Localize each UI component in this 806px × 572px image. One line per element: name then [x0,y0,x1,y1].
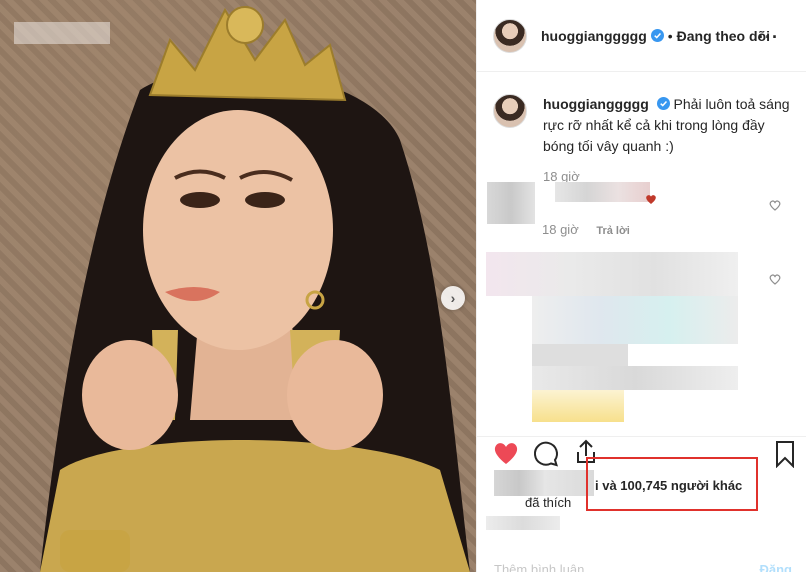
comment-meta: 18 giờ Trả lời [542,222,630,237]
reply-button[interactable]: Trả lời [596,225,630,237]
post-photo: › [0,0,476,572]
bookmark-icon[interactable] [774,440,796,468]
blurred-comment-block [532,344,628,366]
avatar[interactable] [493,18,527,53]
heart-filled-icon[interactable] [492,440,520,466]
caption-username[interactable]: huoggianggggg [543,96,649,112]
blurred-comment-block [486,252,738,296]
blurred-comment-block [532,366,738,390]
chevron-right-icon: › [450,290,456,306]
following-button[interactable]: Đang theo dõi [677,28,770,44]
blurred-comment-block [532,390,624,422]
post-comment-button[interactable]: Đăng [760,562,793,572]
blurred-comment-text [555,182,650,202]
verified-badge-icon [650,29,664,42]
likes-count[interactable]: i và 100,745 người khác [595,478,742,493]
caption-text: huoggianggggg Phải luôn toả sáng rực rỡ … [543,94,793,157]
blurred-liker-avatar [494,470,544,496]
photo-illustration [40,6,470,572]
post-header: huoggianggggg • Đang theo dõi ··· [477,0,806,72]
header-username[interactable]: huoggianggggg [541,28,647,44]
blurred-timestamp [486,516,560,530]
caption-avatar[interactable] [493,94,527,128]
heart-emoji-icon [646,195,656,204]
verified-badge-icon [656,97,670,110]
comment-timestamp: 18 giờ [542,222,579,237]
blurred-comment-avatar [487,182,535,224]
next-photo-button[interactable]: › [441,286,465,310]
blurred-comment-block [532,296,738,344]
caption: huoggianggggg Phải luôn toả sáng rực rỡ … [493,94,793,184]
like-comment-heart-icon[interactable] [768,272,782,286]
watermark-blur [14,22,110,44]
separator-dot: • [667,27,673,44]
more-horizontal-icon[interactable]: ··· [758,27,779,48]
like-comment-heart-icon[interactable] [768,198,782,212]
comment-icon[interactable] [532,440,560,468]
add-comment-input[interactable]: Thêm bình luận... [494,562,595,572]
liked-by-label: đã thích [525,495,572,510]
